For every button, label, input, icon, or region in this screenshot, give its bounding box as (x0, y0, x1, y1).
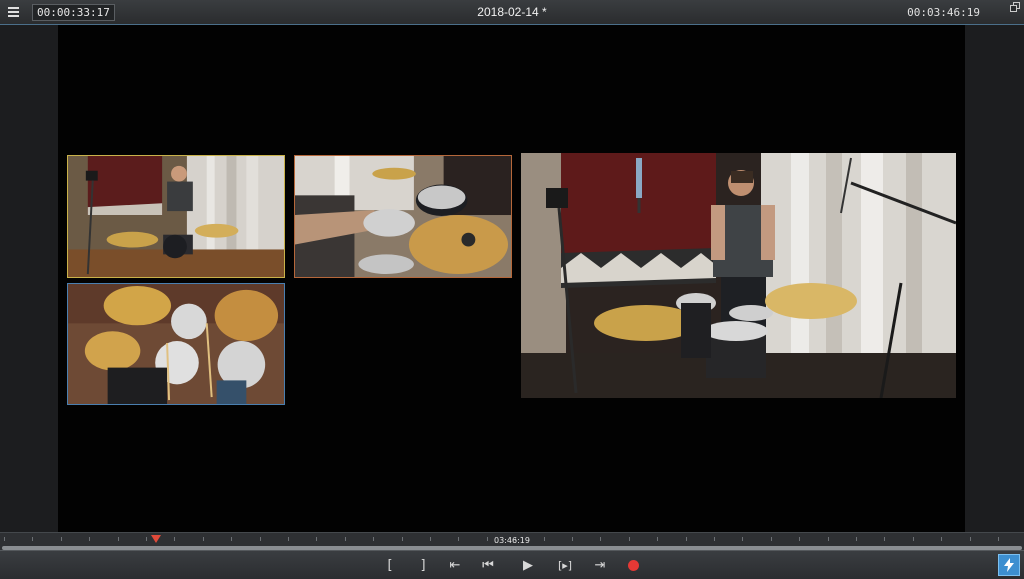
mark-range-button[interactable]: [▸] (554, 557, 576, 573)
window-restore-icon[interactable] (1010, 2, 1020, 12)
go-to-out-button[interactable]: ⇥ (589, 557, 611, 573)
left-side-panel (0, 25, 58, 532)
record-dot-icon (627, 559, 639, 571)
drummer-preview-image (521, 153, 956, 398)
drummer-overhead-thumbnail (68, 284, 284, 404)
camera-angle-3[interactable] (67, 283, 285, 405)
record-button[interactable] (622, 557, 644, 573)
project-title: 2018-02-14 * (477, 5, 547, 19)
title-bar: 00:00:33:17 2018-02-14 * 00:03:46:19 (0, 0, 1024, 25)
right-side-panel (965, 25, 1024, 532)
timeline-ruler[interactable]: 03:46:19 (0, 532, 1024, 551)
mark-out-button[interactable]: ] (412, 557, 434, 573)
drummer-side-thumbnail (295, 156, 511, 277)
timeline-time-label: 03:46:19 (494, 536, 530, 545)
camera-angle-2[interactable] (294, 155, 512, 278)
camera-angle-1[interactable] (67, 155, 285, 278)
total-duration: 00:03:46:19 (907, 6, 980, 19)
play-button[interactable]: ▶ (517, 557, 539, 573)
transport-bar: [ ] ⇤ ⏮ ▶ [▸] ⇥ (0, 550, 1024, 579)
lightning-icon[interactable] (998, 554, 1020, 576)
go-to-in-button[interactable]: ⇤ (444, 557, 466, 573)
program-preview[interactable] (521, 153, 956, 398)
mark-in-button[interactable]: [ (379, 557, 401, 573)
previous-button[interactable]: ⏮ (477, 557, 499, 573)
drummer-wide-thumbnail (68, 156, 284, 277)
